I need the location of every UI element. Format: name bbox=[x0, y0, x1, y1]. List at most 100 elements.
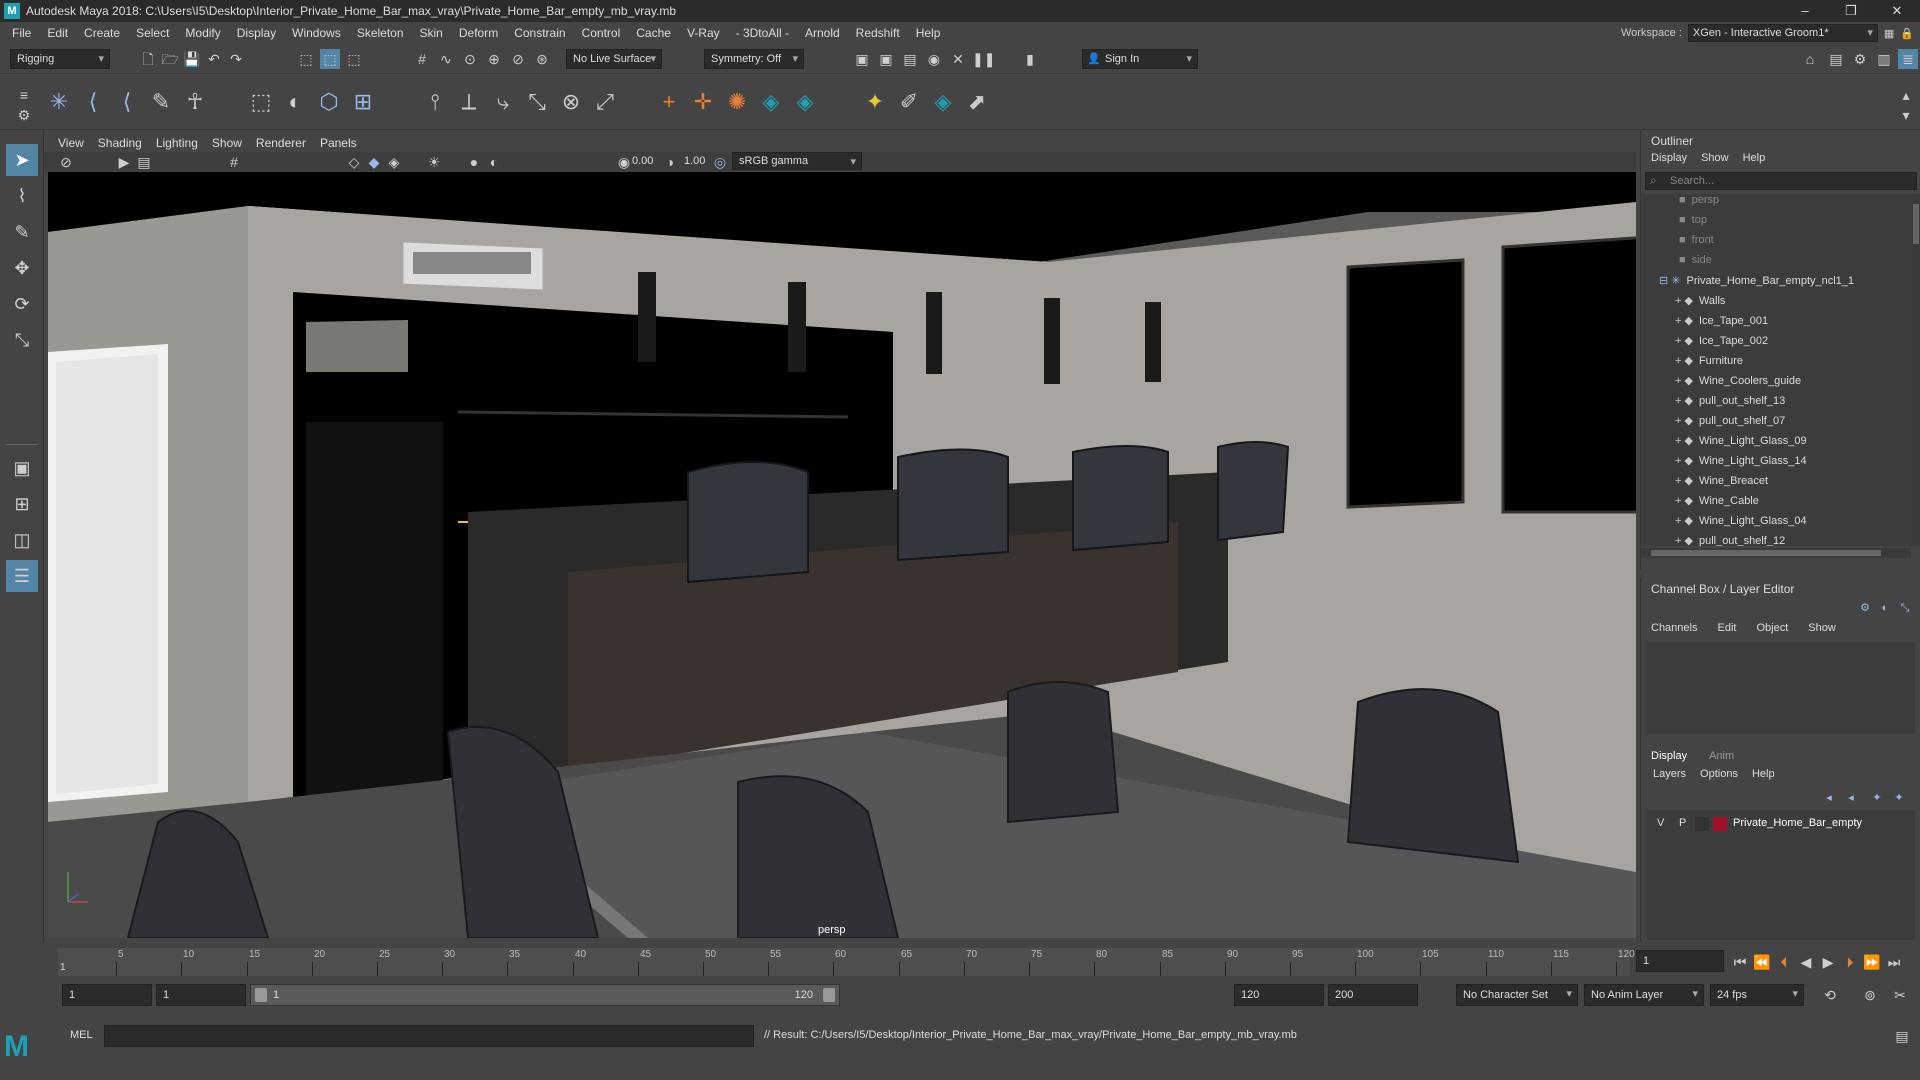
panel-menu-panels[interactable]: Panels bbox=[320, 136, 357, 150]
fps-select[interactable]: 24 fps bbox=[1710, 984, 1804, 1006]
wireframe-icon[interactable]: ◇ bbox=[344, 152, 364, 172]
textured-icon[interactable]: ◈ bbox=[384, 152, 404, 172]
vray-icon[interactable]: ✕ bbox=[948, 49, 968, 69]
workspace-select[interactable]: XGen - Interactive Groom1* bbox=[1687, 24, 1878, 42]
minimize-button[interactable]: – bbox=[1782, 0, 1828, 22]
close-button[interactable]: ✕ bbox=[1874, 0, 1920, 22]
step-forward-frame-icon[interactable]: ⏵ bbox=[1840, 952, 1860, 972]
outliner-toggle-icon[interactable]: ≣ bbox=[1898, 49, 1918, 69]
aim-constraint-icon[interactable]: ⊗ bbox=[556, 87, 586, 117]
scale-tool-icon[interactable]: ⤡ bbox=[6, 324, 38, 356]
character-set-select[interactable]: No Character Set bbox=[1456, 984, 1578, 1006]
blend-shape-icon[interactable]: ✐ bbox=[894, 87, 924, 117]
modeling-toolkit-icon[interactable]: ⌂ bbox=[1800, 49, 1820, 69]
outliner-item[interactable]: + ◆ Ice_Tape_001 bbox=[1675, 314, 1768, 334]
pointer-pin-icon[interactable]: ⬈ bbox=[962, 87, 992, 117]
cluster-icon[interactable]: ⊞ bbox=[348, 87, 378, 117]
move-layer-up-icon[interactable]: ◂ bbox=[1819, 788, 1839, 808]
outliner-item[interactable]: + ◆ Walls bbox=[1675, 294, 1725, 314]
outliner-layout-icon[interactable]: ☰ bbox=[6, 560, 38, 592]
undo-icon[interactable]: ↶ bbox=[204, 49, 224, 69]
camera-attr-icon[interactable]: ⊘ bbox=[56, 152, 76, 172]
exposure-icon[interactable]: ◉ bbox=[614, 152, 634, 172]
outliner-item[interactable]: + ◆ pull_out_shelf_07 bbox=[1675, 414, 1785, 434]
outliner-item[interactable]: + ◆ Wine_Coolers_guide bbox=[1675, 374, 1801, 394]
menu-file[interactable]: File bbox=[4, 26, 39, 40]
outliner-search-input[interactable]: Search... bbox=[1670, 175, 1714, 187]
time-slider[interactable]: 1 5 10 15 20 25 30 35 40 45 50 55 60 65 70 75 80 85 90 95 1… bbox=[44, 944, 1636, 980]
auto-key-icon[interactable]: ⊚ bbox=[1860, 985, 1880, 1005]
move-layer-down-icon[interactable]: ◂ bbox=[1841, 788, 1861, 808]
outliner-hscroll[interactable] bbox=[1641, 548, 1911, 558]
create-joints-icon[interactable]: ✳ bbox=[44, 87, 74, 117]
lattice-icon[interactable]: ⬡ bbox=[314, 87, 344, 117]
grid-toggle-icon[interactable]: # bbox=[224, 152, 244, 172]
outliner-camera[interactable]: ■ top bbox=[1679, 214, 1707, 234]
attribute-editor-icon[interactable]: ▤ bbox=[1826, 49, 1846, 69]
channel-box-icon[interactable]: ▥ bbox=[1874, 49, 1894, 69]
snap-point-icon[interactable]: ⊙ bbox=[460, 49, 480, 69]
layer-playback-toggle[interactable]: P bbox=[1679, 817, 1686, 829]
panel-menu-shading[interactable]: Shading bbox=[98, 136, 142, 150]
lasso-tool-icon[interactable]: ⌇ bbox=[6, 180, 38, 212]
symmetry-select[interactable]: Symmetry: Off bbox=[704, 49, 804, 69]
render-settings-icon[interactable]: ▤ bbox=[900, 49, 920, 69]
pole-vector-icon[interactable]: ⤢ bbox=[590, 87, 620, 117]
layer-color-swatch[interactable] bbox=[1713, 817, 1727, 831]
range-slider-bar[interactable]: 1 120 bbox=[250, 984, 840, 1006]
panel-menu-show[interactable]: Show bbox=[212, 136, 242, 150]
maximize-button[interactable]: ❐ bbox=[1828, 0, 1874, 22]
menu-skeleton[interactable]: Skeleton bbox=[349, 26, 412, 40]
layer-menu-help[interactable]: Help bbox=[1752, 768, 1775, 780]
parent-constraint-icon[interactable]: ⫯ bbox=[420, 87, 450, 117]
paint-select-icon[interactable]: ✎ bbox=[6, 216, 38, 248]
color-space-select[interactable]: sRGB gamma bbox=[732, 152, 862, 170]
outliner-item[interactable]: + ◆ pull_out_shelf_12 bbox=[1675, 534, 1785, 546]
channel-menu-show[interactable]: Show bbox=[1808, 622, 1836, 634]
animation-start-field[interactable]: 1 bbox=[62, 984, 152, 1006]
outliner-camera[interactable]: ■ front bbox=[1679, 234, 1714, 254]
loop-icon[interactable]: ⟲ bbox=[1820, 985, 1840, 1005]
live-surface-field[interactable]: No Live Surface bbox=[566, 49, 662, 69]
set-driven-key-icon[interactable]: ✦ bbox=[860, 87, 890, 117]
menu-edit[interactable]: Edit bbox=[39, 26, 76, 40]
ipr-render-icon[interactable]: ▣ bbox=[876, 49, 896, 69]
menu-deform[interactable]: Deform bbox=[451, 26, 506, 40]
playback-start-field[interactable]: 1 bbox=[156, 984, 246, 1006]
new-layer-icon[interactable]: ✦ bbox=[1867, 788, 1887, 808]
outliner-item[interactable]: + ◆ Ice_Tape_002 bbox=[1675, 334, 1768, 354]
go-to-start-icon[interactable]: ⏮ bbox=[1730, 952, 1750, 972]
menu-control[interactable]: Control bbox=[574, 26, 629, 40]
move-tool-icon[interactable]: ✥ bbox=[6, 252, 38, 284]
layer-name[interactable]: Private_Home_Bar_empty bbox=[1733, 817, 1862, 829]
anim-prefs-icon[interactable]: ✂ bbox=[1890, 985, 1910, 1005]
point-constraint-icon[interactable]: ⟂ bbox=[454, 87, 484, 117]
outliner-vscroll[interactable] bbox=[1911, 194, 1920, 546]
channel-menu-channels[interactable]: Channels bbox=[1651, 622, 1697, 634]
outliner-item[interactable]: + ◆ Wine_Cable bbox=[1675, 494, 1759, 514]
outliner-item[interactable]: + ◆ Wine_Light_Glass_14 bbox=[1675, 454, 1807, 474]
menu-set-select[interactable]: Rigging bbox=[10, 49, 110, 69]
channel-menu-edit[interactable]: Edit bbox=[1717, 622, 1736, 634]
snap-surface-icon[interactable]: ⊘ bbox=[508, 49, 528, 69]
shelf-settings-icon[interactable]: ⚙ bbox=[14, 105, 34, 125]
outliner-item[interactable]: + ◆ Wine_Light_Glass_04 bbox=[1675, 514, 1807, 534]
tab-display[interactable]: Display bbox=[1651, 750, 1687, 762]
shelf-menu-icon[interactable]: ≡ bbox=[14, 85, 34, 105]
locator-icon[interactable]: + bbox=[654, 87, 684, 117]
menu-create[interactable]: Create bbox=[76, 26, 128, 40]
panel-menu-view[interactable]: View bbox=[58, 136, 84, 150]
bind-skin-icon[interactable]: ⬚ bbox=[246, 87, 276, 117]
select-hierarchy-icon[interactable]: ⬚ bbox=[296, 49, 316, 69]
panel-menu-lighting[interactable]: Lighting bbox=[156, 136, 198, 150]
snap-curve-icon[interactable]: ∿ bbox=[436, 49, 456, 69]
select-object-icon[interactable]: ⬚ bbox=[320, 49, 340, 69]
curve-control-icon[interactable]: ◈ bbox=[790, 87, 820, 117]
script-editor-icon[interactable]: ▤ bbox=[1892, 1026, 1912, 1046]
lock-icon[interactable]: 🔒 bbox=[1900, 27, 1914, 40]
ao-icon[interactable]: ◐ bbox=[484, 152, 504, 172]
panel-menu-renderer[interactable]: Renderer bbox=[256, 136, 306, 150]
layer-row[interactable]: V P Private_Home_Bar_empty bbox=[1651, 814, 1911, 834]
four-view-icon[interactable]: ⊞ bbox=[6, 488, 38, 520]
outliner-item[interactable]: + ◆ Wine_Breacet bbox=[1675, 474, 1768, 494]
